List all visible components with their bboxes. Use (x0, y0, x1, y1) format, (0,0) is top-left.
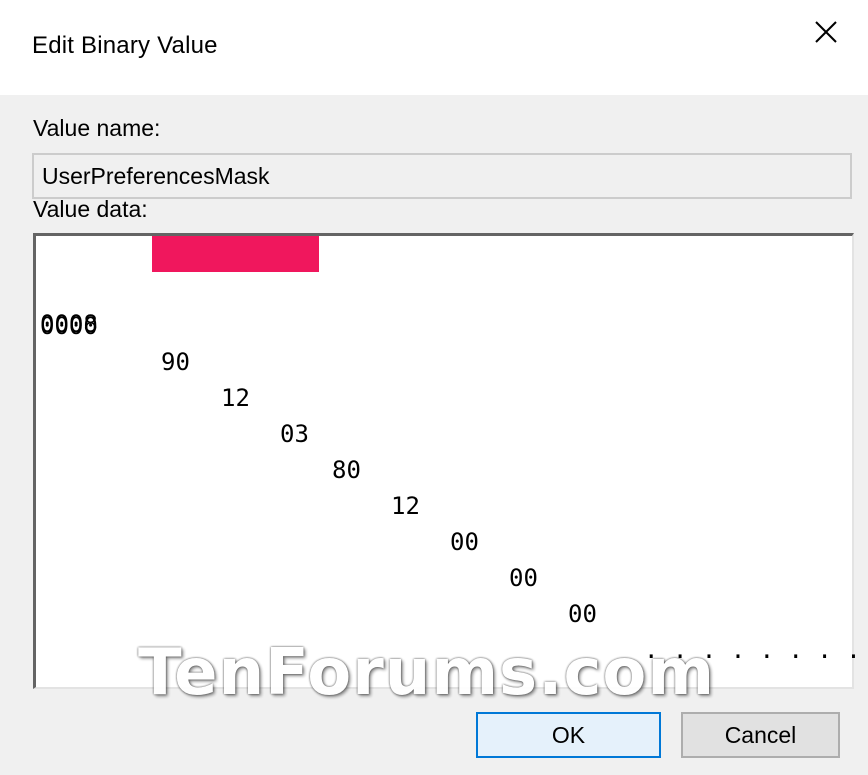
hex-address: 0008 (40, 310, 98, 338)
value-name-label: Value name: (33, 115, 161, 141)
hex-byte[interactable]: 12 (221, 380, 250, 416)
value-data-label: Value data: (33, 196, 148, 222)
hex-line-0000: 0000 90 12 03 80 12 00 00 00 . . . . . .… (40, 236, 861, 664)
value-name-field: UserPreferencesMask (32, 153, 852, 199)
hex-byte[interactable]: 03 (280, 416, 309, 452)
ok-button[interactable]: OK (476, 712, 661, 758)
hex-byte[interactable]: 12 (391, 488, 420, 524)
title-bar: Edit Binary Value (0, 0, 868, 95)
hex-byte[interactable]: 90 (161, 344, 190, 380)
hex-ascii: . . . . . . . . (644, 636, 861, 664)
hex-byte[interactable]: 00 (509, 560, 538, 596)
hex-line-0008: 0008 (40, 270, 127, 338)
selected-bytes-highlight (152, 236, 319, 272)
dialog-title: Edit Binary Value (32, 32, 218, 59)
cancel-button[interactable]: Cancel (681, 712, 840, 758)
close-button[interactable] (798, 0, 868, 70)
hex-byte[interactable]: 80 (332, 452, 361, 488)
value-data-hex-editor[interactable]: 0000 90 12 03 80 12 00 00 00 . . . . . .… (33, 233, 861, 689)
close-icon (815, 21, 837, 43)
hex-byte[interactable]: 00 (568, 596, 597, 632)
edit-binary-value-dialog: Edit Binary Value Value name: UserPrefer… (0, 0, 868, 775)
hex-byte[interactable]: 00 (450, 524, 479, 560)
